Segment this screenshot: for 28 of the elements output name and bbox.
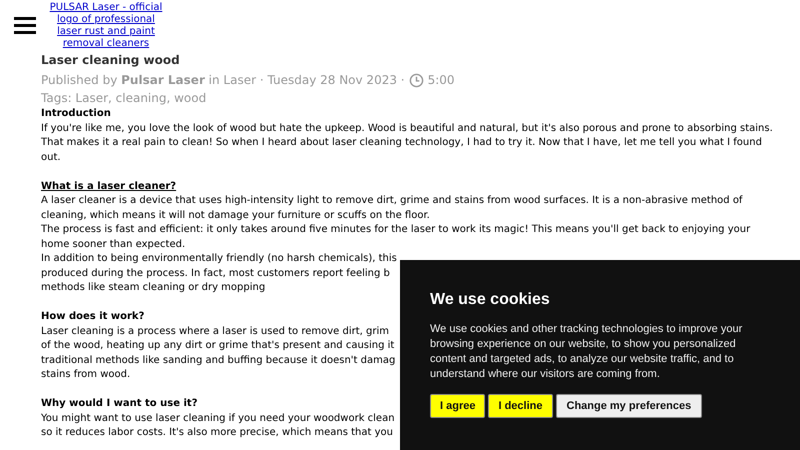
menu-icon[interactable] bbox=[14, 16, 36, 34]
section-heading: Introduction bbox=[41, 108, 111, 119]
article-tags: Tags: Laser, cleaning, wood bbox=[41, 89, 781, 107]
text-line: so it reduces labor costs. It's also more precise, which means that you bbox=[41, 426, 393, 440]
article-meta: Published by Pulsar Laser in Laser · Tuesday 28 Nov 2023 · bbox=[41, 72, 405, 89]
text-line: produced during the process. In fact, most customers report feeling b bbox=[41, 266, 390, 280]
text-line: traditional methods like sanding and buffing because it doesn't damag bbox=[41, 354, 396, 368]
cookie-title: We use cookies bbox=[430, 290, 550, 310]
preferences-button[interactable]: Change my preferences bbox=[556, 394, 702, 418]
text-line: stains from wood. bbox=[41, 368, 130, 382]
consent-button[interactable]: I decline bbox=[488, 394, 552, 418]
section-heading: Why would I want to use it? bbox=[41, 398, 198, 409]
text-line: In addition to being environmentally friendly (no harsh chemicals), this bbox=[41, 252, 397, 266]
text-line: Laser cleaning is a process where a laser is used to remove dirt, grim bbox=[41, 324, 389, 338]
reading-time: 5:00 bbox=[428, 72, 455, 89]
paragraph: A laser cleaner is a device that uses high-intensity light to remove dirt, grime and stains from wood surfaces. It is a non-abrasive method of cleaning, which means it will not damage your furniture or scuffs on the floor. bbox=[41, 194, 744, 222]
article-title: Laser cleaning wood bbox=[41, 52, 181, 69]
text-line: You might want to use laser cleaning if you need your woodwork clean bbox=[41, 412, 395, 426]
text-line: of the wood, heating up any dirt or grime that's present and causing it bbox=[41, 339, 394, 353]
section-heading: How does it work? bbox=[41, 311, 144, 322]
logo-link[interactable]: PULSAR Laser - official logo of professional laser rust and paint removal cleaners bbox=[44, 0, 168, 50]
text-line: methods like steam cleaning or dry mopping bbox=[41, 281, 266, 295]
section-heading: What is a laser cleaner? bbox=[41, 180, 176, 192]
consent-button[interactable]: I agree bbox=[430, 394, 486, 418]
clock-icon bbox=[408, 72, 424, 88]
paragraph: The process is fast and efficient: it only takes around five minutes for the laser to work its magic! This means you'll get back to enjoying your home sooner than expected. bbox=[41, 223, 752, 252]
cookie-text: We use cookies and other tracking technologies to improve your browsing experience on our website, to show you personalized content and targeted ads, to analyze our website traffic, and to understand where our visitors are coming from. bbox=[430, 322, 744, 382]
paragraph: If you're like me, you love the look of wood but hate the upkeep. Wood is beautiful and natural, but it's also porous and prone to absorbing stains. That makes it a real pain to clean! So when I heard about laser cleaning technology, I had to try it. Now that I have, let me tell you what I found out. bbox=[41, 122, 774, 164]
